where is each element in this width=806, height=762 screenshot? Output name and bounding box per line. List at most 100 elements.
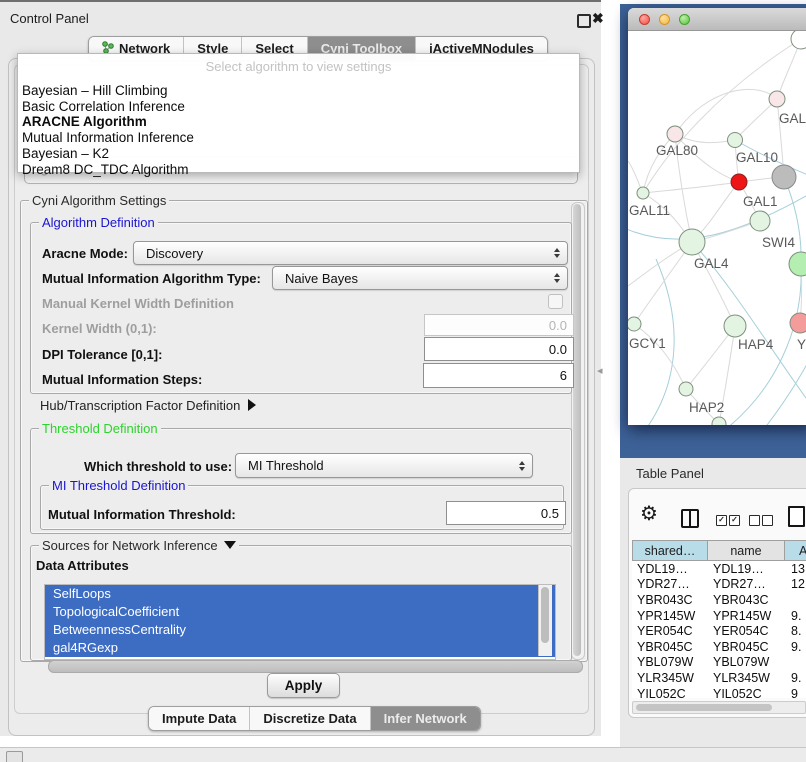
columns-icon[interactable] xyxy=(681,509,699,528)
network-node-label: GAL xyxy=(779,111,806,126)
network-view-window: GALGAL80GAL10GAL11GAL1GAL4SWI4GCY1HAP4YH… xyxy=(628,8,806,425)
collapse-arrow-icon[interactable] xyxy=(224,541,236,549)
network-node-gal4[interactable] xyxy=(679,229,705,255)
network-node[interactable] xyxy=(731,174,747,190)
network-node[interactable] xyxy=(772,165,796,189)
minimize-window-icon[interactable] xyxy=(659,14,670,25)
tab-discretize-data[interactable]: Discretize Data xyxy=(250,707,370,730)
table-cell: YBR043C xyxy=(708,593,785,607)
kernel-width-input[interactable]: 0.0 xyxy=(424,314,574,336)
network-node-hap4[interactable] xyxy=(724,315,746,337)
select-all-icon[interactable]: ✓ xyxy=(716,515,727,526)
network-node-gal80[interactable] xyxy=(667,126,683,142)
table-row[interactable]: YER054CYER054C8. xyxy=(632,623,806,639)
panel-divider-collapse-icon[interactable]: ◂ xyxy=(597,364,603,377)
data-attribute-option-selfloops[interactable]: SelfLoops xyxy=(45,585,555,603)
data-attribute-option-gal4rgexp[interactable]: gal4RGexp xyxy=(45,639,555,657)
bottom-corner-button[interactable] xyxy=(6,751,23,762)
attributes-scrollbar[interactable] xyxy=(538,585,552,656)
network-node-gal11[interactable] xyxy=(637,187,649,199)
network-node[interactable] xyxy=(791,31,806,49)
close-icon[interactable]: ✖ xyxy=(592,10,604,27)
table-row[interactable]: YIL052CYIL052C9 xyxy=(632,686,806,698)
scrollbar-thumb[interactable] xyxy=(541,587,549,643)
network-node[interactable] xyxy=(712,417,726,425)
dpi-tolerance-label: DPI Tolerance [0,1]: xyxy=(42,347,162,362)
aracne-mode-value: Discovery xyxy=(134,246,550,261)
tab-impute-data[interactable]: Impute Data xyxy=(149,707,250,730)
manual-kernel-width-checkbox[interactable] xyxy=(548,294,563,309)
which-threshold-label: Which threshold to use: xyxy=(84,459,232,474)
algorithm-option-aracne-algorithm[interactable]: ARACNE Algorithm xyxy=(18,114,579,130)
network-node-gal[interactable] xyxy=(769,91,785,107)
network-node-gal10[interactable] xyxy=(728,133,743,148)
column-header-1[interactable]: name xyxy=(707,540,785,561)
mi-algorithm-type-select[interactable]: Naive Bayes xyxy=(272,266,568,290)
combo-stepper-icon[interactable] xyxy=(550,248,564,258)
table-row[interactable]: YBR045CYBR045C9. xyxy=(632,639,806,655)
column-header-2[interactable]: A xyxy=(784,540,806,561)
threshold-definition-title: Threshold Definition xyxy=(39,421,161,436)
table-row[interactable]: YLR345WYLR345W9. xyxy=(632,670,806,686)
mi-threshold-input[interactable]: 0.5 xyxy=(446,501,566,525)
export-table-icon[interactable] xyxy=(788,506,805,527)
network-node-gcy1[interactable] xyxy=(628,317,641,331)
which-threshold-select[interactable]: MI Threshold xyxy=(235,453,533,478)
algorithm-option-dream8-dc-tdc-algorithm[interactable]: Dream8 DC_TDC Algorithm xyxy=(18,162,579,178)
network-node-hap2[interactable] xyxy=(679,382,693,396)
close-window-icon[interactable] xyxy=(639,14,650,25)
table-row[interactable]: YDL19…YDL19…13 xyxy=(632,561,806,577)
combo-stepper-icon[interactable] xyxy=(515,461,529,471)
deselect-all-icon[interactable] xyxy=(749,515,760,526)
network-node-gal1[interactable] xyxy=(750,211,770,231)
table-cell: YER054C xyxy=(632,624,708,638)
network-window-titlebar[interactable] xyxy=(628,8,806,31)
table-row[interactable]: YBL079WYBL079W xyxy=(632,655,806,671)
gear-icon[interactable]: ⚙ xyxy=(640,504,658,524)
settings-horizontal-scrollbar[interactable] xyxy=(48,660,583,673)
tab-infer-network[interactable]: Infer Network xyxy=(371,707,480,730)
mi-steps-input[interactable]: 6 xyxy=(423,363,574,388)
table-cell: 13 xyxy=(785,562,806,576)
expand-arrow-icon[interactable] xyxy=(248,399,256,411)
cytoscape-desktop: Control Panel ✖ NetworkStyleSelectCyni T… xyxy=(0,0,806,762)
network-canvas[interactable]: GALGAL80GAL10GAL11GAL1GAL4SWI4GCY1HAP4YH… xyxy=(628,31,806,425)
data-attributes-list: SelfLoopsTopologicalCoefficientBetweenne… xyxy=(44,584,556,660)
combo-stepper-icon[interactable] xyxy=(550,273,564,283)
control-panel-title: Control Panel xyxy=(10,11,89,26)
tab-label: Impute Data xyxy=(162,711,236,726)
dpi-tolerance-input[interactable]: 0.0 xyxy=(424,337,574,361)
float-window-icon[interactable] xyxy=(577,14,591,28)
table-row[interactable]: YBR043CYBR043C xyxy=(632,592,806,608)
scrollbar-thumb[interactable] xyxy=(636,704,772,711)
deselect-all-icon[interactable] xyxy=(762,515,773,526)
table-cell: YBR045C xyxy=(632,640,708,654)
data-attribute-option-topologicalcoefficient[interactable]: TopologicalCoefficient xyxy=(45,603,555,621)
table-row[interactable]: YPR145WYPR145W9. xyxy=(632,608,806,624)
aracne-mode-select[interactable]: Discovery xyxy=(133,241,568,265)
sources-title[interactable]: Sources for Network Inference xyxy=(39,538,239,553)
manual-kernel-width-label: Manual Kernel Width Definition xyxy=(42,296,234,311)
data-attributes-label: Data Attributes xyxy=(36,558,129,573)
algorithm-option-mutual-information-inference[interactable]: Mutual Information Inference xyxy=(18,130,579,146)
apply-button[interactable]: Apply xyxy=(267,673,340,698)
network-node-swi4[interactable] xyxy=(789,252,806,276)
settings-vertical-scrollbar[interactable] xyxy=(571,202,585,660)
hub-definition-expander[interactable]: Hub/Transcription Factor Definition xyxy=(40,398,256,413)
network-nodes: GALGAL80GAL10GAL11GAL1GAL4SWI4GCY1HAP4YH… xyxy=(628,31,806,425)
network-node-y[interactable] xyxy=(790,313,806,333)
algorithm-dropdown-placeholder: Select algorithm to view settings xyxy=(18,54,579,74)
algorithm-option-basic-correlation-inference[interactable]: Basic Correlation Inference xyxy=(18,99,579,115)
select-all-icon[interactable]: ✓ xyxy=(729,515,740,526)
mi-steps-label: Mutual Information Steps: xyxy=(42,372,202,387)
scrollbar-thumb[interactable] xyxy=(573,204,581,656)
mi-steps-value: 6 xyxy=(560,368,567,383)
column-header-0[interactable]: shared… xyxy=(632,540,708,561)
zoom-window-icon[interactable] xyxy=(679,14,690,25)
algorithm-option-list: Bayesian – Hill ClimbingBasic Correlatio… xyxy=(18,83,579,177)
data-attribute-option-betweennesscentrality[interactable]: BetweennessCentrality xyxy=(45,621,555,639)
table-row[interactable]: YDR27…YDR27…12 xyxy=(632,577,806,593)
algorithm-option-bayesian-k2[interactable]: Bayesian – K2 xyxy=(18,146,579,162)
algorithm-option-bayesian-hill-climbing[interactable]: Bayesian – Hill Climbing xyxy=(18,83,579,99)
table-horizontal-scrollbar[interactable] xyxy=(632,701,806,714)
